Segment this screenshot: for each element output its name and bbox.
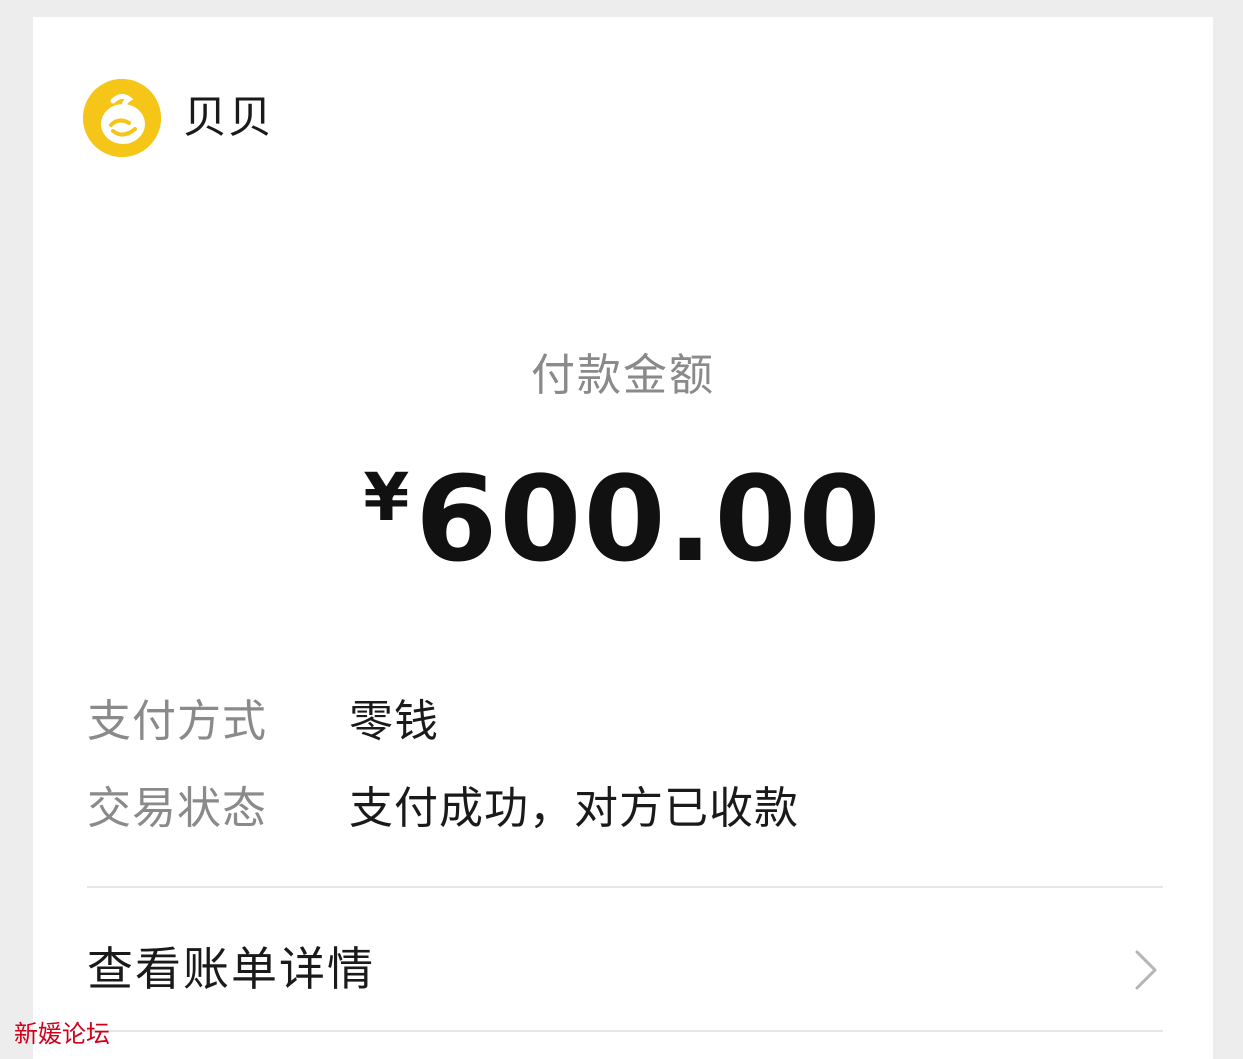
transaction-status-value: 支付成功，对方已收款	[349, 783, 799, 834]
transaction-status-label: 交易状态	[87, 783, 267, 834]
watermark-text: 新媛论坛	[14, 1020, 110, 1048]
divider	[87, 886, 1163, 888]
view-bill-details-button[interactable]: 查看账单详情	[87, 927, 1163, 1011]
payment-method-row: 支付方式 零钱	[87, 692, 439, 752]
view-bill-details-label: 查看账单详情	[87, 942, 375, 996]
merchant-name: 贝贝	[183, 92, 273, 143]
amount-value: 600.00	[415, 450, 883, 588]
chevron-right-icon	[1133, 949, 1159, 995]
payment-method-label: 支付方式	[87, 696, 267, 747]
payment-result-card: 贝贝 付款金额 ¥600.00 支付方式 零钱 交易状态 支付成功，对方已收款 查看…	[33, 17, 1213, 1059]
currency-symbol: ¥	[363, 459, 410, 536]
payment-method-value: 零钱	[349, 696, 439, 747]
payment-amount: ¥600.00	[33, 449, 1213, 589]
divider	[87, 1030, 1163, 1032]
baby-face-icon	[83, 79, 161, 157]
transaction-status-row: 交易状态 支付成功，对方已收款	[87, 779, 799, 839]
amount-label: 付款金额	[531, 350, 715, 401]
